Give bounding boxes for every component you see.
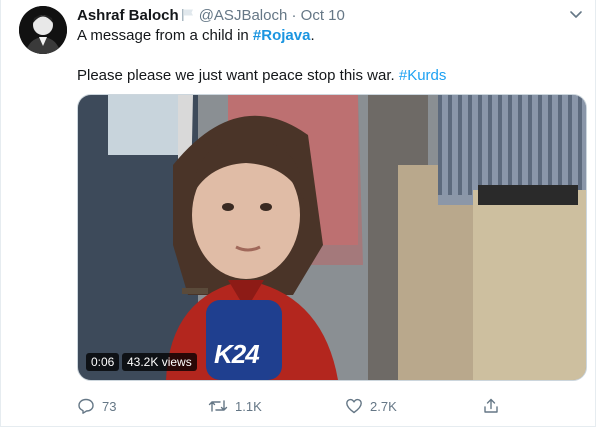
tweet-text-line2: Please please we just want peace stop th… — [77, 66, 446, 86]
flag-icon — [181, 8, 195, 22]
tweet-date[interactable]: Oct 10 — [301, 7, 345, 24]
hashtag-kurds[interactable]: #Kurds — [399, 67, 447, 84]
avatar[interactable] — [19, 6, 67, 54]
like-count: 2.7K — [370, 398, 397, 414]
tweet-text-line1-prefix: A message from a child in — [77, 27, 253, 44]
tweet-header: Ashraf Baloch @ASJBaloch · Oct 10 — [77, 6, 345, 26]
reply-button[interactable]: 73 — [77, 394, 116, 418]
tweet-actions: 73 1.1K 2.7K — [77, 394, 585, 418]
like-icon — [346, 398, 362, 414]
tweet-text-line1: A message from a child in #Rojava. — [77, 26, 315, 46]
author-name[interactable]: Ashraf Baloch — [77, 7, 179, 24]
separator-dot: · — [291, 7, 297, 24]
chevron-down-icon[interactable] — [567, 8, 585, 22]
video-views: 43.2K views — [122, 353, 197, 371]
tweet-text-line1-suffix: . — [310, 27, 315, 44]
video-frame — [78, 95, 586, 380]
hashtag-rojava[interactable]: #Rojava — [253, 27, 311, 44]
like-button[interactable]: 2.7K — [345, 394, 397, 418]
reply-icon — [78, 398, 94, 414]
retweet-icon — [208, 400, 228, 412]
avatar-image — [19, 6, 67, 54]
share-button[interactable] — [482, 394, 500, 418]
retweet-count: 1.1K — [235, 398, 262, 414]
tweet-text-line2-prefix: Please please we just want peace stop th… — [77, 67, 399, 84]
retweet-button[interactable]: 1.1K — [208, 394, 262, 418]
share-icon — [484, 398, 498, 413]
video-player[interactable]: K24 0:06 43.2K views — [77, 94, 587, 381]
reply-count: 73 — [102, 398, 117, 414]
microphone-logo: K24 — [214, 339, 260, 369]
tweet-card[interactable]: Ashraf Baloch @ASJBaloch · Oct 10 A messa… — [0, 0, 596, 427]
video-duration: 0:06 — [86, 353, 120, 371]
author-handle[interactable]: @ASJBaloch — [199, 7, 288, 24]
